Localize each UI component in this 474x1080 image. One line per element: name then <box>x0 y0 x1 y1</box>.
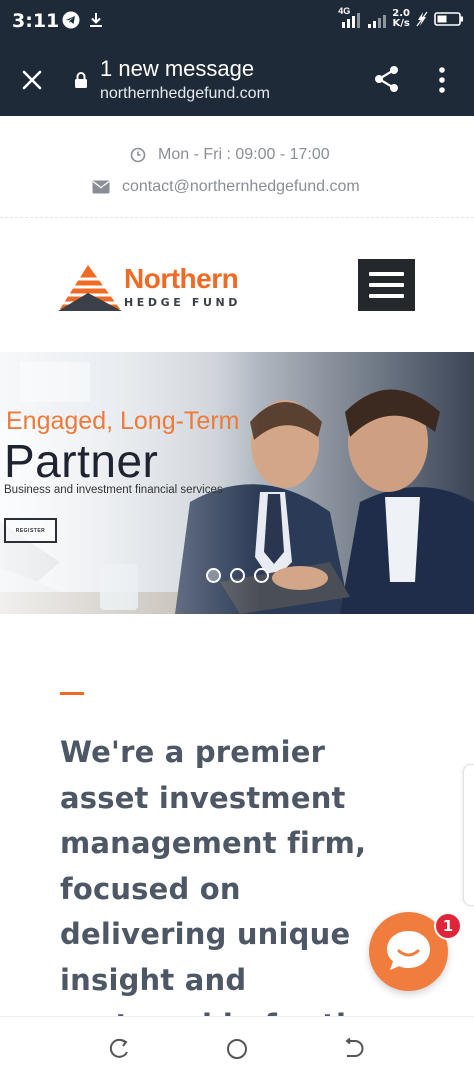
system-nav-bar <box>0 1016 474 1080</box>
no-charge-icon <box>416 11 428 27</box>
recents-icon[interactable] <box>108 1037 132 1061</box>
lock-icon <box>75 72 87 88</box>
download-icon <box>90 13 102 27</box>
hero-kicker: Engaged, Long-Term <box>6 407 240 435</box>
more-vert-icon[interactable] <box>432 64 452 96</box>
slider-dot[interactable] <box>206 568 221 583</box>
contact-email-text[interactable]: contact@northernhedgefund.com <box>122 178 360 196</box>
back-icon[interactable] <box>342 1037 366 1061</box>
about-text: We're a premier asset investment managem… <box>60 735 377 1016</box>
page-title[interactable]: 1 new message <box>100 56 254 82</box>
browser-toolbar: 1 new message northernhedgefund.com <box>0 44 474 116</box>
section-accent-line <box>60 692 84 695</box>
clock-icon <box>130 147 146 163</box>
register-button[interactable]: REGISTER <box>4 518 57 543</box>
status-time: 3:11 <box>12 10 60 32</box>
site-header: Northern HEDGE FUND <box>0 219 474 351</box>
envelope-icon <box>92 180 110 194</box>
battery-icon <box>434 12 463 26</box>
signal-icon <box>342 13 361 28</box>
side-tab[interactable] <box>463 764 474 906</box>
hamburger-menu-icon[interactable] <box>358 259 415 311</box>
status-bar: 3:11 4G 2.0 K/s <box>0 0 474 44</box>
close-icon[interactable] <box>16 64 48 96</box>
hero-slider[interactable]: Engaged, Long-Term Partner Business and … <box>0 352 474 614</box>
contact-info-bar: Mon - Fri : 09:00 - 17:00 contact@northe… <box>0 116 474 218</box>
logo-subtitle: HEDGE FUND <box>124 296 242 309</box>
contact-email[interactable]: contact@northernhedgefund.com <box>92 178 360 196</box>
slider-dot[interactable] <box>254 568 269 583</box>
hero-subtitle: Business and investment financial servic… <box>4 484 223 496</box>
slider-dots <box>206 568 269 583</box>
signal-icon <box>368 15 387 28</box>
logo-name: Northern <box>124 263 239 294</box>
page-url[interactable]: northernhedgefund.com <box>100 85 270 103</box>
share-icon[interactable] <box>372 64 402 94</box>
home-icon[interactable] <box>225 1037 249 1061</box>
logo[interactable]: Northern HEDGE FUND <box>58 263 258 315</box>
business-hours: Mon - Fri : 09:00 - 17:00 <box>130 146 330 164</box>
chat-notification-badge: 1 <box>434 912 462 940</box>
hero-title: Partner <box>4 435 159 487</box>
slider-dot[interactable] <box>230 568 245 583</box>
telegram-icon <box>62 11 80 29</box>
business-hours-text: Mon - Fri : 09:00 - 17:00 <box>158 146 330 163</box>
network-speed: 2.0 K/s <box>392 8 410 29</box>
logo-mark-icon <box>58 265 122 311</box>
